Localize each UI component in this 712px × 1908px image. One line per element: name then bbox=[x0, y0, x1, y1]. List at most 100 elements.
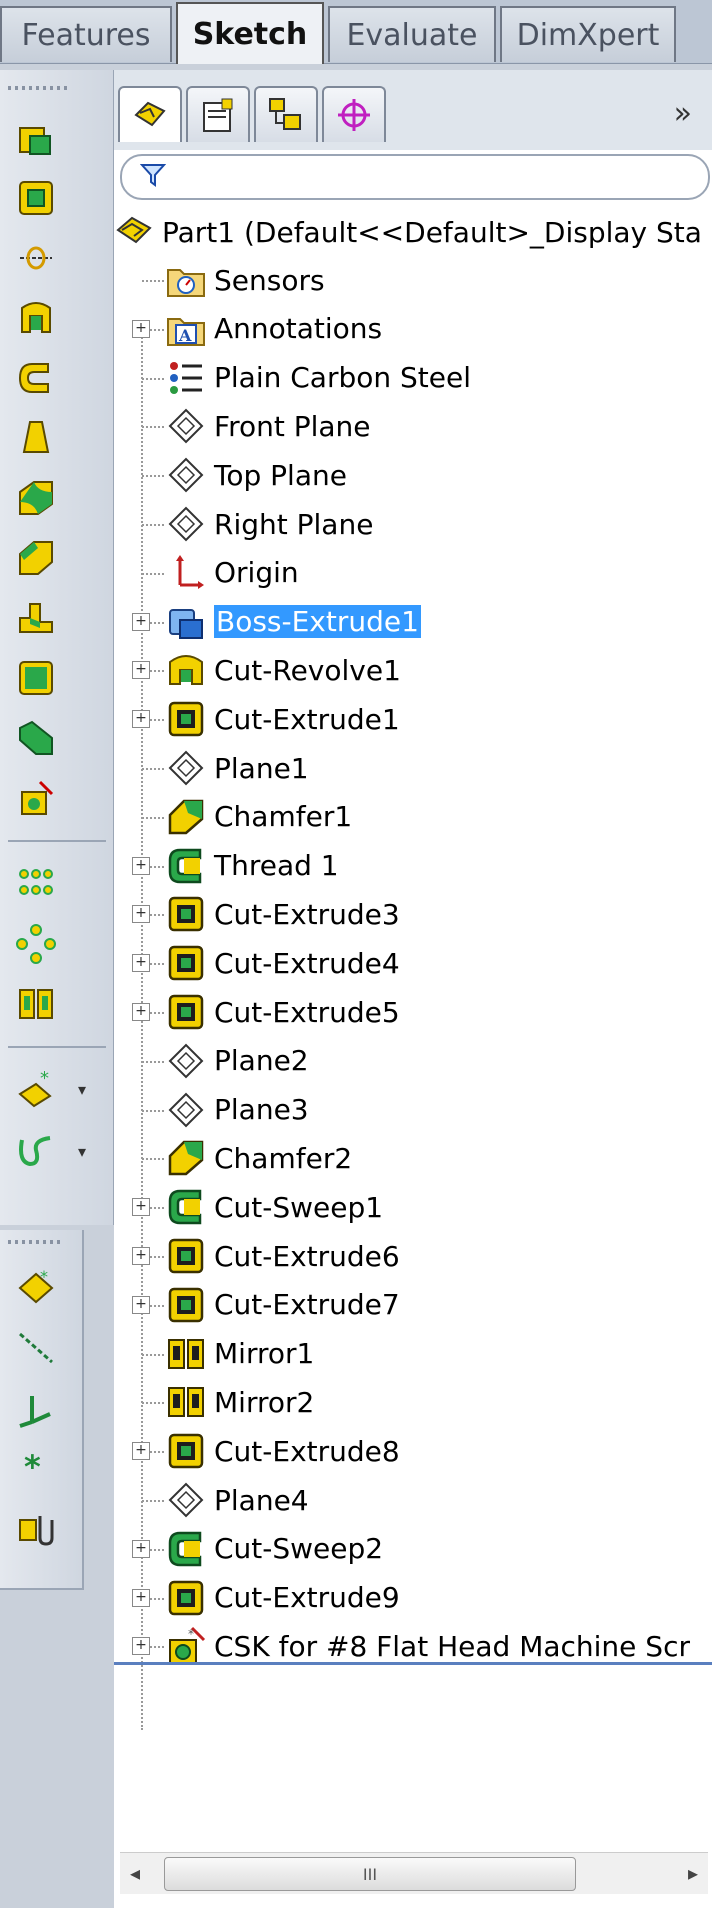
fillet-icon[interactable] bbox=[12, 474, 60, 522]
expand-toggle-icon[interactable]: + bbox=[132, 1539, 150, 1558]
tree-item-cut-extrude5[interactable]: Cut-Extrude5 bbox=[166, 988, 400, 1036]
circular-pattern-icon[interactable] bbox=[12, 920, 60, 968]
expand-toggle-icon[interactable]: + bbox=[132, 856, 150, 875]
tree-item-cut-revolve1[interactable]: Cut-Revolve1 bbox=[166, 646, 401, 694]
swept-icon[interactable] bbox=[12, 354, 60, 402]
expand-toggle-icon[interactable]: + bbox=[132, 1637, 150, 1656]
tree-connector bbox=[142, 1060, 164, 1063]
tree-item-cut-extrude6[interactable]: Cut-Extrude6 bbox=[166, 1232, 400, 1280]
revolve-axis-icon[interactable] bbox=[12, 234, 60, 282]
tree-item-chamfer2[interactable]: Chamfer2 bbox=[166, 1134, 352, 1182]
tree-item-sensors[interactable]: Sensors bbox=[166, 256, 325, 304]
tree-connector bbox=[142, 572, 164, 575]
tree-item-plain-carbon-steel[interactable]: Plain Carbon Steel bbox=[166, 354, 471, 402]
shell-icon[interactable] bbox=[12, 654, 60, 702]
tree-item-cut-extrude9[interactable]: Cut-Extrude9 bbox=[166, 1574, 400, 1622]
expand-toggle-icon[interactable]: + bbox=[132, 661, 150, 680]
tab-evaluate[interactable]: Evaluate bbox=[328, 6, 496, 62]
chamfer-tool-icon[interactable] bbox=[12, 534, 60, 582]
scroll-right-icon[interactable]: ▸ bbox=[688, 1861, 698, 1885]
horizontal-scrollbar[interactable]: ◂ III ▸ bbox=[120, 1852, 708, 1894]
expand-toggle-icon[interactable]: + bbox=[132, 1003, 150, 1021]
scroll-left-icon[interactable]: ◂ bbox=[130, 1861, 140, 1885]
expand-toggle-icon[interactable]: + bbox=[132, 710, 150, 729]
tree-item-label: Chamfer2 bbox=[214, 1141, 353, 1175]
tree-item-front-plane[interactable]: Front Plane bbox=[166, 402, 371, 450]
feature-filter-field[interactable] bbox=[120, 154, 710, 200]
tree-item-cut-extrude1[interactable]: Cut-Extrude1 bbox=[166, 695, 400, 743]
plane-tool-icon[interactable]: * bbox=[12, 1264, 60, 1312]
tree-item-cut-extrude3[interactable]: Cut-Extrude3 bbox=[166, 890, 400, 938]
feature-manager-tab-icon[interactable] bbox=[118, 86, 182, 142]
tree-root-part1[interactable]: Part1 (Default<<Default>_Display Sta bbox=[114, 208, 702, 256]
expand-toggle-icon[interactable]: + bbox=[132, 954, 150, 973]
toolbar-separator bbox=[8, 840, 106, 842]
chevron-down-icon[interactable]: ▾ bbox=[78, 1080, 86, 1099]
tree-item-cut-sweep2[interactable]: Cut-Sweep2 bbox=[166, 1525, 383, 1573]
tree-connector bbox=[142, 1353, 164, 1356]
rollback-bar[interactable] bbox=[114, 1662, 712, 1665]
part-icon bbox=[114, 212, 154, 252]
toolbar-grip[interactable] bbox=[8, 1240, 64, 1244]
expand-toggle-icon[interactable]: + bbox=[132, 612, 150, 631]
curves-icon[interactable] bbox=[12, 1128, 60, 1176]
reference-geometry-icon[interactable]: * bbox=[12, 1066, 60, 1114]
tree-item-annotations[interactable]: A Annotations bbox=[166, 305, 382, 353]
more-tabs-button[interactable]: » bbox=[674, 96, 692, 131]
tree-item-label: Cut-Extrude1 bbox=[214, 702, 400, 736]
toolbar-grip[interactable] bbox=[8, 86, 68, 90]
draft-icon[interactable] bbox=[12, 714, 60, 762]
expand-toggle-icon[interactable]: + bbox=[132, 1295, 150, 1314]
tab-sketch[interactable]: Sketch bbox=[176, 2, 324, 64]
tree-item-plane2[interactable]: Plane2 bbox=[166, 1037, 309, 1085]
tree-item-cut-sweep1[interactable]: Cut-Sweep1 bbox=[166, 1183, 383, 1231]
configuration-manager-tab-icon[interactable] bbox=[254, 86, 318, 142]
expand-toggle-icon[interactable]: + bbox=[132, 905, 150, 924]
cut-extrude-icon bbox=[166, 943, 206, 983]
tree-item-cut-extrude8[interactable]: Cut-Extrude8 bbox=[166, 1427, 400, 1475]
expand-toggle-icon[interactable]: + bbox=[132, 1442, 150, 1461]
tree-item-top-plane[interactable]: Top Plane bbox=[166, 451, 347, 499]
tree-item-cut-extrude4[interactable]: Cut-Extrude4 bbox=[166, 939, 400, 987]
property-manager-tab-icon[interactable] bbox=[186, 86, 250, 142]
hole-wizard-tool-icon[interactable] bbox=[12, 774, 60, 822]
tree-item-boss-extrude1[interactable]: Boss-Extrude1 bbox=[166, 598, 421, 646]
tree-item-mirror1[interactable]: Mirror1 bbox=[166, 1330, 314, 1378]
loft-icon[interactable] bbox=[12, 414, 60, 462]
plane-icon bbox=[166, 1041, 206, 1081]
coordinate-system-icon[interactable] bbox=[12, 1384, 60, 1432]
point-tool-icon[interactable]: * bbox=[12, 1444, 60, 1492]
linear-pattern-icon[interactable] bbox=[12, 860, 60, 908]
expand-toggle-icon[interactable]: + bbox=[132, 1247, 150, 1265]
tab-features[interactable]: Features bbox=[0, 6, 172, 62]
tree-item-origin[interactable]: Origin bbox=[166, 549, 299, 597]
tree-item-plane3[interactable]: Plane3 bbox=[166, 1086, 309, 1134]
tree-item-plane1[interactable]: Plane1 bbox=[166, 744, 309, 792]
tree-item-thread-1[interactable]: Thread 1 bbox=[166, 842, 339, 890]
cut-extrude-icon bbox=[166, 1236, 206, 1276]
tree-item-mirror2[interactable]: Mirror2 bbox=[166, 1378, 314, 1426]
tree-item-label: Plane3 bbox=[214, 1093, 309, 1127]
tree-item-label: Mirror1 bbox=[214, 1337, 315, 1371]
tree-item-cut-extrude7[interactable]: Cut-Extrude7 bbox=[166, 1281, 400, 1329]
mate-reference-icon[interactable] bbox=[12, 1504, 60, 1552]
dimxpert-manager-tab-icon[interactable] bbox=[322, 86, 386, 142]
extruded-cut-icon[interactable] bbox=[12, 174, 60, 222]
reference-toolbar: * * bbox=[0, 1230, 84, 1590]
chevron-down-icon[interactable]: ▾ bbox=[78, 1142, 86, 1161]
extruded-boss-icon[interactable] bbox=[12, 114, 60, 162]
tree-item-chamfer1[interactable]: Chamfer1 bbox=[166, 793, 352, 841]
axis-tool-icon[interactable] bbox=[12, 1324, 60, 1372]
tree-item-plane4[interactable]: Plane4 bbox=[166, 1476, 309, 1524]
revolved-cut-icon[interactable] bbox=[12, 294, 60, 342]
mirror-tool-icon[interactable] bbox=[12, 980, 60, 1028]
expand-toggle-icon[interactable]: + bbox=[132, 1588, 150, 1607]
tab-dimxpert[interactable]: DimXpert bbox=[500, 6, 676, 62]
expand-toggle-icon[interactable]: + bbox=[132, 1198, 150, 1217]
cut-sweep-icon bbox=[166, 1187, 206, 1227]
scrollbar-thumb[interactable]: III bbox=[164, 1857, 576, 1891]
tree-item-label: Boss-Extrude1 bbox=[214, 605, 421, 639]
expand-toggle-icon[interactable]: + bbox=[132, 319, 150, 338]
tree-item-right-plane[interactable]: Right Plane bbox=[166, 500, 373, 548]
rib-icon[interactable] bbox=[12, 594, 60, 642]
